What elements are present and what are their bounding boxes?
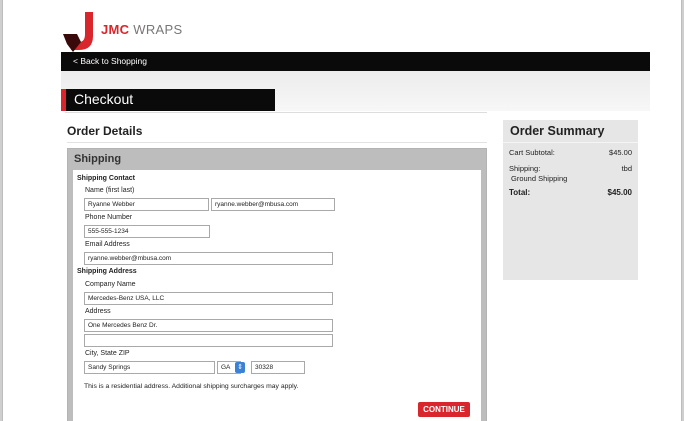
jmc-logo-icon — [63, 12, 93, 52]
divider — [503, 142, 638, 143]
page-title: Checkout — [74, 91, 134, 107]
top-nav-bar: < Back to Shopping — [61, 52, 650, 71]
shipping-label: Shipping: — [509, 164, 541, 173]
order-summary-title: Order Summary — [510, 124, 605, 138]
shipping-value: tbd — [621, 164, 632, 173]
divider — [65, 112, 487, 113]
name-secondary-input[interactable]: ryanne.webber@mbusa.com — [211, 198, 335, 211]
email-input[interactable]: ryanne.webber@mbusa.com — [84, 252, 333, 265]
brand-wordmark: JMC WRAPS — [101, 22, 182, 37]
email-label: Email Address — [85, 241, 130, 248]
name-label: Name (first last) — [85, 187, 135, 194]
shipping-panel-header: Shipping — [74, 153, 122, 165]
address-line2-input[interactable] — [84, 334, 333, 347]
phone-label: Phone Number — [85, 214, 133, 221]
brand-name-rest: WRAPS — [129, 22, 183, 37]
name-input[interactable]: Ryanne Webber — [84, 198, 209, 211]
shipping-panel: Shipping Shipping Contact Name (first la… — [67, 148, 487, 421]
shipping-form: Shipping Contact Name (first last) Ryann… — [73, 170, 481, 421]
city-state-zip-label: City, State ZIP — [85, 350, 130, 357]
total-value: $45.00 — [607, 188, 632, 197]
brand-logo[interactable]: JMC WRAPS — [63, 12, 203, 52]
shipping-contact-heading: Shipping Contact — [77, 175, 135, 182]
select-arrows-icon[interactable]: ⇕ — [235, 362, 245, 373]
city-input[interactable]: Sandy Springs — [84, 361, 215, 374]
cart-subtotal-label: Cart Subtotal: — [509, 148, 555, 157]
order-details-title: Order Details — [67, 124, 143, 138]
cart-subtotal-value: $45.00 — [609, 148, 632, 157]
residential-note: This is a residential address. Additiona… — [84, 383, 299, 390]
page: JMC WRAPS < Back to Shopping Checkout Or… — [2, 0, 682, 421]
shipping-address-heading: Shipping Address — [77, 268, 137, 275]
divider — [67, 142, 487, 143]
back-to-shopping-link[interactable]: < Back to Shopping — [73, 56, 147, 66]
address-label: Address — [85, 308, 111, 315]
company-input[interactable]: Mercedes-Benz USA, LLC — [84, 292, 333, 305]
page-title-bar: Checkout — [61, 89, 275, 111]
phone-input[interactable]: 555-555-1234 — [84, 225, 210, 238]
continue-button[interactable]: CONTINUE — [418, 402, 470, 417]
total-label: Total: — [509, 188, 531, 197]
shipping-method: Ground Shipping — [511, 174, 568, 183]
order-summary-panel: Order Summary Cart Subtotal: $45.00 Ship… — [503, 120, 638, 280]
brand-name-bold: JMC — [101, 22, 130, 37]
zip-input[interactable]: 30328 — [251, 361, 305, 374]
company-label: Company Name — [85, 281, 136, 288]
address-line1-input[interactable]: One Mercedes Benz Dr. — [84, 319, 333, 332]
